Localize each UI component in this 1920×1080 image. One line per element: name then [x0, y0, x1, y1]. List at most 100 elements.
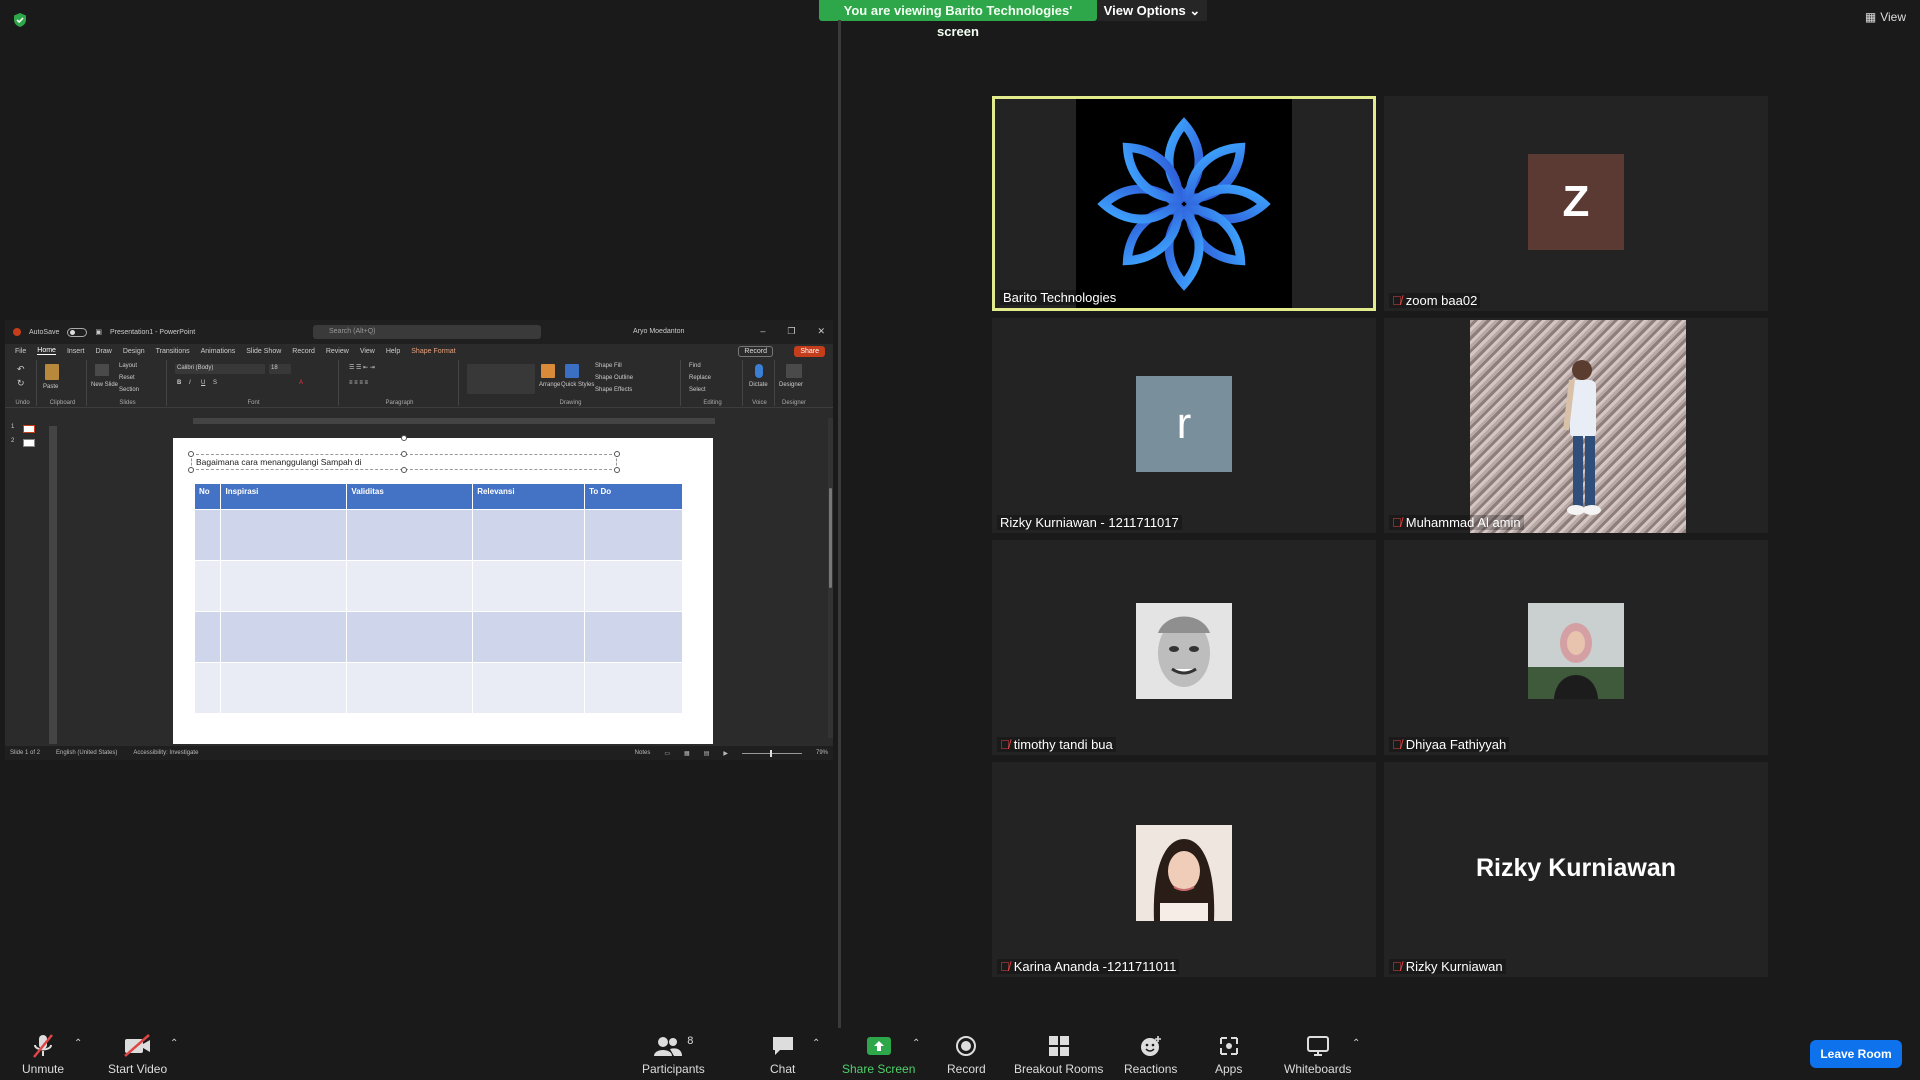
table-cell[interactable] [472, 661, 586, 713]
resize-handle[interactable] [188, 467, 194, 473]
table-cell[interactable] [346, 508, 474, 560]
table-cell[interactable] [584, 508, 683, 560]
table-cell[interactable] [584, 661, 683, 713]
table-cell[interactable] [472, 610, 586, 662]
normal-view-icon[interactable]: ▭ [664, 750, 670, 757]
menu-shape-format[interactable]: Shape Format [411, 348, 455, 355]
reset-button[interactable]: Reset [119, 375, 135, 381]
zoom-slider[interactable] [741, 749, 802, 757]
ppt-search-input[interactable]: Search (Alt+Q) [313, 325, 541, 339]
font-name-select[interactable]: Calibri (Body) [175, 364, 265, 374]
video-tile-rizky-kurniawan-1211711017[interactable]: r Rizky Kurniawan - 1211711017 [992, 318, 1376, 533]
sorter-view-icon[interactable]: ▦ [684, 750, 690, 757]
resize-handle[interactable] [614, 451, 620, 457]
quick-styles-label[interactable]: Quick Styles [561, 382, 594, 388]
select-button[interactable]: Select [689, 387, 706, 393]
align-buttons[interactable]: ≡ ≡ ≡ ≡ [349, 380, 368, 386]
table-cell[interactable] [472, 559, 586, 611]
chevron-up-icon[interactable]: ⌃ [812, 1038, 820, 1049]
slideshow-view-icon[interactable]: ▶ [723, 750, 728, 757]
quick-styles-icon[interactable] [565, 364, 579, 378]
leave-room-button[interactable]: Leave Room [1810, 1040, 1902, 1068]
table-cell[interactable] [195, 610, 222, 662]
resize-handle[interactable] [401, 467, 407, 473]
menu-slide-show[interactable]: Slide Show [246, 348, 281, 355]
paste-label[interactable]: Paste [43, 384, 58, 390]
menu-animations[interactable]: Animations [201, 348, 236, 355]
table-cell[interactable] [220, 559, 348, 611]
table-cell[interactable] [195, 559, 222, 611]
video-tile-barito-technologies[interactable]: Barito Technologies [992, 96, 1376, 311]
table-cell[interactable] [584, 559, 683, 611]
arrange-icon[interactable] [541, 364, 555, 378]
bullets-button[interactable]: ☰ ☰ ⇤ ⇥ [349, 364, 375, 371]
table-cell[interactable] [584, 610, 683, 662]
shapes-gallery[interactable] [467, 364, 535, 394]
menu-review[interactable]: Review [326, 348, 349, 355]
menu-transitions[interactable]: Transitions [156, 348, 190, 355]
accessibility-status[interactable]: Accessibility: Investigate [133, 750, 198, 756]
menu-home[interactable]: Home [37, 347, 56, 355]
video-tile-zoom-baa02[interactable]: Z 🎙̸ zoom baa02 [1384, 96, 1768, 311]
menu-record[interactable]: Record [292, 348, 315, 355]
whiteboards-button[interactable]: Whiteboards [1284, 1032, 1351, 1076]
font-size-select[interactable]: 18 [269, 364, 291, 374]
menu-file[interactable]: File [15, 348, 26, 355]
resize-handle[interactable] [614, 467, 620, 473]
participants-button[interactable]: 8 Participants [642, 1032, 705, 1076]
table-header-cell[interactable]: To Do [584, 484, 683, 509]
italic-button[interactable]: I [189, 380, 191, 386]
autosave-toggle[interactable] [67, 327, 88, 337]
video-tile-karina-ananda[interactable]: 🎙̸ Karina Ananda -1211711011 [992, 762, 1376, 977]
chevron-up-icon[interactable]: ⌃ [170, 1038, 178, 1049]
table-cell[interactable] [195, 661, 222, 713]
new-slide-label[interactable]: New Slide [91, 382, 118, 388]
bold-button[interactable]: B [177, 380, 181, 386]
apps-button[interactable]: Apps [1215, 1032, 1242, 1076]
menu-insert[interactable]: Insert [67, 348, 85, 355]
table-cell[interactable] [346, 661, 474, 713]
shape-outline-button[interactable]: Shape Outline [595, 375, 633, 381]
view-options-button[interactable]: View Options ⌄ [1097, 0, 1207, 21]
menu-help[interactable]: Help [386, 348, 400, 355]
resize-handle[interactable] [401, 451, 407, 457]
slide-table[interactable]: No Inspirasi Validitas Relevansi To Do [195, 484, 683, 713]
designer-icon[interactable] [786, 364, 802, 378]
start-video-button[interactable]: Start Video [108, 1032, 167, 1076]
chevron-up-icon[interactable]: ⌃ [74, 1038, 82, 1049]
video-tile-timothy-tandi-bua[interactable]: 🎙̸ timothy tandi bua [992, 540, 1376, 755]
reading-view-icon[interactable]: ▤ [704, 750, 710, 757]
table-cell[interactable] [472, 508, 586, 560]
shield-icon[interactable] [12, 12, 28, 28]
menu-design[interactable]: Design [123, 348, 145, 355]
shape-effects-button[interactable]: Shape Effects [595, 387, 632, 393]
slide-canvas[interactable]: Bagaimana cara menanggulangi Sampah di N… [173, 435, 713, 744]
dictate-label[interactable]: Dictate [749, 382, 768, 388]
rotate-handle[interactable] [401, 435, 407, 441]
strikethrough-button[interactable]: S [213, 380, 217, 386]
redo-icon[interactable]: ↻ [17, 378, 25, 389]
video-tile-rizky-kurniawan[interactable]: Rizky Kurniawan 🎙̸ Rizky Kurniawan [1384, 762, 1768, 977]
close-icon[interactable]: ✕ [817, 326, 825, 337]
layout-button[interactable]: Layout [119, 363, 137, 369]
breakout-rooms-button[interactable]: Breakout Rooms [1014, 1032, 1103, 1076]
view-button[interactable]: ▦ View [1865, 10, 1906, 24]
menu-view[interactable]: View [360, 348, 375, 355]
ppt-share-button[interactable]: Share [794, 346, 825, 357]
replace-button[interactable]: Replace [689, 375, 711, 381]
dictate-icon[interactable] [755, 364, 763, 378]
font-color-button[interactable]: A [299, 380, 303, 386]
table-cell[interactable] [220, 610, 348, 662]
undo-icon[interactable]: ↶ [17, 364, 25, 375]
table-cell[interactable] [346, 559, 474, 611]
language-status[interactable]: English (United States) [56, 750, 117, 756]
table-cell[interactable] [220, 661, 348, 713]
table-header-cell[interactable]: Inspirasi [220, 484, 348, 509]
menu-draw[interactable]: Draw [95, 348, 111, 355]
save-icon[interactable]: ▣ [95, 328, 102, 336]
chevron-up-icon[interactable]: ⌃ [1352, 1038, 1360, 1049]
slide-thumbnail-1[interactable] [23, 425, 35, 433]
paste-icon[interactable] [45, 364, 59, 380]
designer-label[interactable]: Designer [779, 382, 803, 388]
zoom-level[interactable]: 79% [816, 750, 828, 756]
